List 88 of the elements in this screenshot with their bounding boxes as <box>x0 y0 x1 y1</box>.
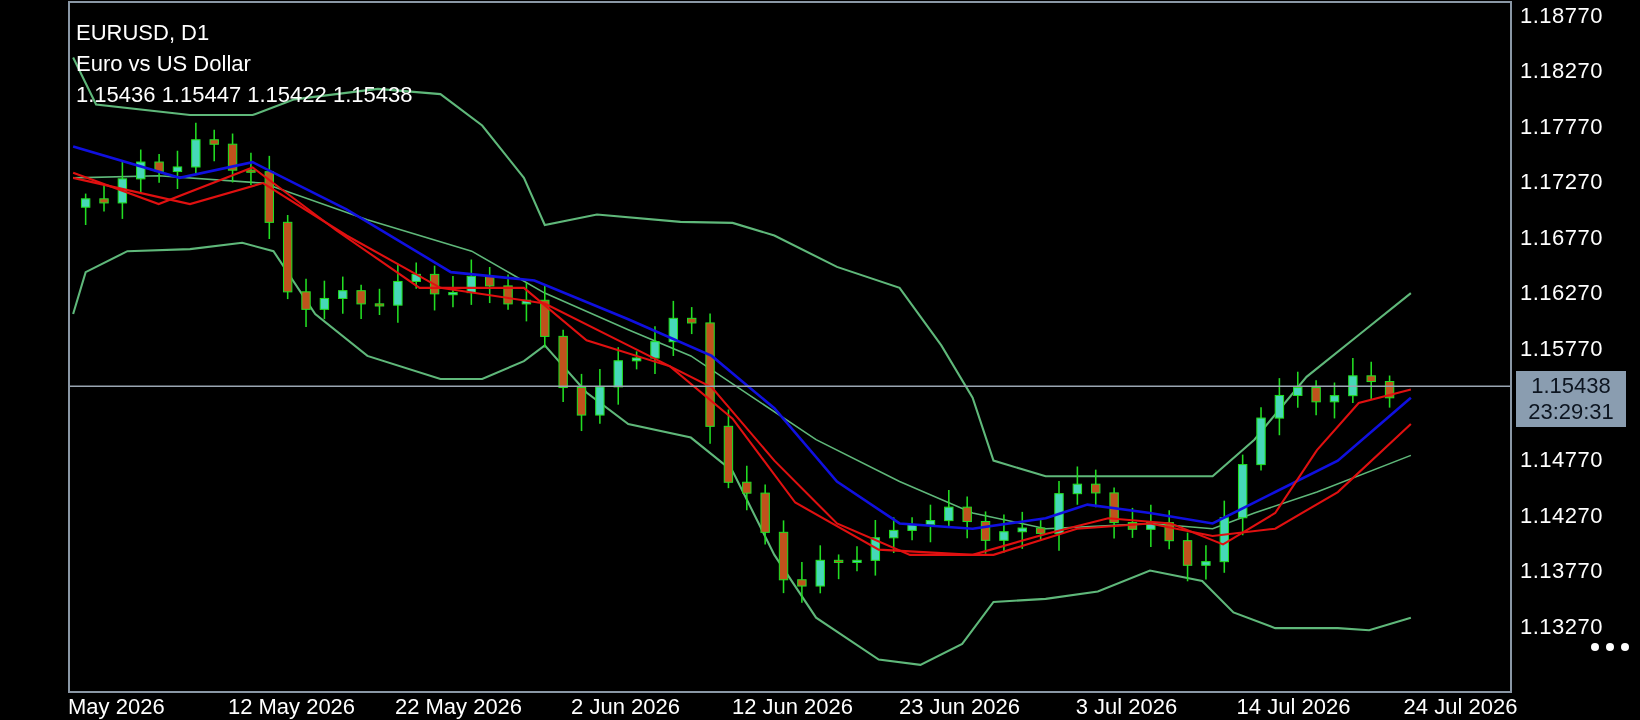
price-axis-label: 1.16770 <box>1520 223 1604 252</box>
price-axis-label: 1.13770 <box>1520 557 1604 586</box>
candlestick <box>393 263 403 324</box>
candlestick <box>356 283 366 320</box>
candlestick <box>172 149 183 190</box>
candlestick <box>1127 507 1138 539</box>
candlestick <box>1164 509 1174 551</box>
candlestick <box>1182 531 1193 583</box>
price-axis-label: 1.14770 <box>1520 446 1604 475</box>
symbol-description: Euro vs US Dollar <box>76 50 252 78</box>
candlestick <box>1201 544 1211 581</box>
candlestick <box>999 513 1009 554</box>
price-axis-label: 1.16270 <box>1520 279 1604 308</box>
price-axis-label: 1.18270 <box>1520 57 1604 86</box>
candlestick <box>962 495 972 539</box>
candlestick <box>540 284 550 349</box>
price-axis-label: 1.14270 <box>1520 501 1604 530</box>
candlestick <box>668 300 679 357</box>
candlestick <box>154 153 164 184</box>
candlestick <box>1256 406 1266 472</box>
candlestick <box>613 346 623 406</box>
candlestick <box>1311 379 1321 416</box>
candlestick <box>1072 465 1083 506</box>
candlestick <box>595 368 605 425</box>
candlestick <box>448 275 458 308</box>
time-axis-label: 12 Jun 2026 <box>731 693 854 720</box>
candlestick <box>136 148 146 194</box>
candlestick <box>191 121 201 174</box>
candlestick <box>1017 511 1027 550</box>
time-axis-label: 23 Jun 2026 <box>898 693 1021 720</box>
bar-countdown: 23:29:31 <box>1528 399 1614 425</box>
candlestick <box>227 132 238 184</box>
candlestick <box>1348 357 1358 404</box>
candlestick <box>429 264 440 312</box>
candlestick <box>833 553 844 580</box>
candlestick <box>631 350 642 371</box>
candlestick <box>650 325 660 375</box>
candlestick <box>301 277 311 328</box>
candlestick <box>980 510 991 555</box>
price-axis-label: 1.18770 <box>1520 1 1604 30</box>
candlestick <box>852 545 862 573</box>
candlestick <box>485 266 495 304</box>
candlestick <box>338 275 348 315</box>
candlestick <box>411 261 421 290</box>
time-axis-label: 3 Jul 2026 <box>1075 693 1178 720</box>
candlestick <box>742 464 752 512</box>
time-axis-label: 2 Jun 2026 <box>571 693 680 720</box>
current-price: 1.15438 <box>1531 373 1611 399</box>
candlestick <box>870 519 881 577</box>
candlestick <box>797 561 807 604</box>
candlestick <box>1109 486 1119 540</box>
candlestick <box>925 503 936 544</box>
time-axis-label: 14 Jul 2026 <box>1236 693 1351 720</box>
candlestick <box>1054 480 1064 552</box>
candlestick <box>944 489 954 529</box>
candlestick <box>889 516 899 554</box>
time-axis-label: 12 May 2026 <box>227 693 356 720</box>
candlestick <box>1366 361 1376 401</box>
time-axis-label: 24 Jul 2026 <box>1403 693 1518 720</box>
candlestick <box>209 128 219 163</box>
candlestick <box>1384 374 1395 409</box>
candlestick <box>815 544 825 595</box>
candlestick <box>99 183 109 213</box>
price-axis-label: 1.13270 <box>1520 613 1604 642</box>
candlestick <box>1146 504 1156 548</box>
more-icon[interactable] <box>1590 642 1630 652</box>
candlestick <box>374 288 385 316</box>
candlestick <box>466 258 477 306</box>
candlestick <box>1293 370 1303 409</box>
price-axis-label: 1.15770 <box>1520 335 1604 364</box>
time-axis-label: 22 May 2026 <box>394 693 523 720</box>
candlestick <box>117 160 128 220</box>
candlestick <box>246 152 256 186</box>
candlestick <box>1329 381 1340 420</box>
candlestick <box>503 273 513 311</box>
candlestick <box>687 306 697 335</box>
candlestick <box>319 279 330 320</box>
candlestick <box>80 192 91 226</box>
candlestick <box>907 516 917 542</box>
candlestick <box>521 282 532 323</box>
price-axis-label: 1.17770 <box>1520 112 1604 141</box>
candlestick <box>576 373 587 432</box>
time-axis-label: May 2026 <box>68 693 165 720</box>
price-axis-label: 1.17270 <box>1520 168 1604 197</box>
candlestick <box>1035 519 1046 541</box>
symbol-title: EURUSD, D1 <box>76 19 211 47</box>
candlestick <box>1274 377 1285 437</box>
candlestick <box>760 483 770 546</box>
